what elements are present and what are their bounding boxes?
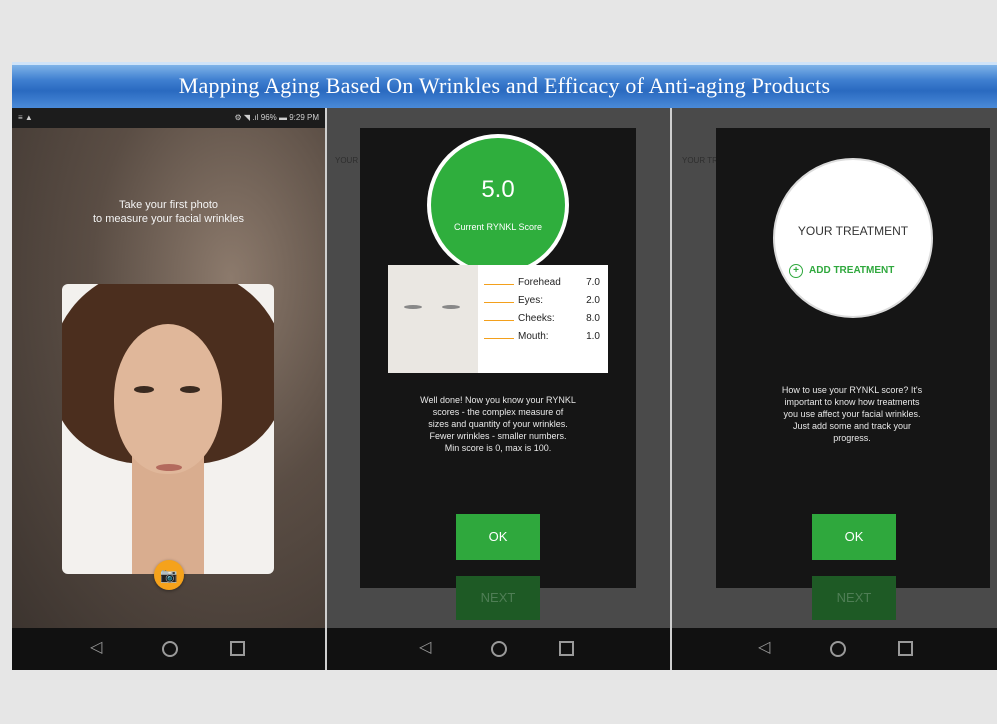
breakdown-value: 1.0 bbox=[586, 331, 600, 342]
breakdown-row: Forehead 7.0 bbox=[484, 277, 604, 291]
treatment-title: YOUR TREATMENT bbox=[797, 224, 909, 238]
breakdown-value: 7.0 bbox=[586, 277, 600, 288]
pointer-line bbox=[484, 338, 514, 339]
home-icon[interactable] bbox=[162, 641, 178, 657]
intro-line: Take your first photo bbox=[118, 199, 219, 211]
home-icon[interactable] bbox=[491, 641, 507, 657]
next-button[interactable]: NEXT bbox=[456, 576, 540, 620]
nav-bar: ◁ bbox=[12, 628, 325, 670]
breakdown-value: 8.0 bbox=[586, 313, 600, 324]
breakdown-value: 2.0 bbox=[586, 295, 600, 306]
breakdown-label: Cheeks: bbox=[518, 313, 555, 324]
pointer-line bbox=[484, 320, 514, 321]
status-icons-left: ≡ ▲ bbox=[18, 113, 33, 122]
treatment-dialog: YOUR TREATMENT + ADD TREATMENT How to use… bbox=[716, 128, 990, 588]
back-icon[interactable]: ◁ bbox=[90, 638, 102, 658]
treatment-circle: YOUR TREATMENT + ADD TREATMENT bbox=[773, 158, 933, 318]
face-diagram bbox=[388, 265, 478, 373]
face-eye bbox=[180, 386, 200, 393]
description-line: important to know how treatments bbox=[784, 397, 920, 407]
pointer-line bbox=[484, 302, 514, 303]
back-icon[interactable]: ◁ bbox=[419, 638, 431, 658]
breakdown-row: Eyes: 2.0 bbox=[484, 295, 604, 309]
breakdown-row: Mouth: 1.0 bbox=[484, 331, 604, 345]
dialog-description: How to use your RYNKL score? It's import… bbox=[736, 384, 968, 444]
home-icon[interactable] bbox=[830, 641, 846, 657]
screenshots-panel: ≡ ▲ ⚙ ◥ .ıl 96% ▬ 9:29 PM Take your firs… bbox=[12, 108, 997, 670]
add-icon: + bbox=[789, 264, 803, 278]
face-photo-card bbox=[62, 284, 274, 574]
description-line: Min score is 0, max is 100. bbox=[444, 443, 552, 453]
add-treatment-label: ADD TREATMENT bbox=[809, 265, 895, 276]
recent-apps-icon[interactable] bbox=[230, 641, 245, 656]
nav-bar: ◁ bbox=[327, 628, 670, 670]
score-inner: 5.0 Current RYNKL Score bbox=[431, 138, 565, 272]
slide-title: Mapping Aging Based On Wrinkles and Effi… bbox=[12, 62, 997, 108]
description-line: scores - the complex measure of bbox=[432, 407, 564, 417]
description-line: progress. bbox=[833, 433, 871, 443]
recent-apps-icon[interactable] bbox=[898, 641, 913, 656]
score-dialog: 5.0 Current RYNKL Score Forehead 7.0 Eye… bbox=[360, 128, 636, 588]
breakdown-label: Eyes: bbox=[518, 295, 544, 306]
intro-instructions: Take your first photo to measure your fa… bbox=[12, 198, 325, 226]
description-line: Fewer wrinkles - smaller numbers. bbox=[429, 431, 567, 441]
phone-screen-capture: ≡ ▲ ⚙ ◥ .ıl 96% ▬ 9:29 PM Take your firs… bbox=[12, 108, 325, 670]
description-line: Well done! Now you know your RYNKL bbox=[420, 395, 576, 405]
ok-button[interactable]: OK bbox=[812, 514, 896, 560]
phone-screen-treatment: YOUR TREATMENT YOUR TREATMENT + ADD TREAT… bbox=[672, 108, 997, 670]
ok-button[interactable]: OK bbox=[456, 514, 540, 560]
camera-icon: 📷 bbox=[160, 567, 178, 583]
description-line: Just add some and track your bbox=[792, 421, 912, 431]
next-button[interactable]: NEXT bbox=[812, 576, 896, 620]
description-line: How to use your RYNKL score? It's bbox=[781, 385, 923, 395]
intro-line: to measure your facial wrinkles bbox=[92, 213, 244, 225]
score-label: Current RYNKL Score bbox=[453, 222, 543, 232]
diagram-eye bbox=[404, 305, 422, 309]
recent-apps-icon[interactable] bbox=[559, 641, 574, 656]
status-icons-right: ⚙ ◥ .ıl 96% ▬ 9:29 PM bbox=[234, 113, 319, 122]
description-line: you use affect your facial wrinkles. bbox=[783, 409, 921, 419]
score-value: 5.0 bbox=[481, 176, 515, 203]
face-skin bbox=[114, 324, 222, 474]
nav-bar: ◁ bbox=[672, 628, 997, 670]
dialog-description: Well done! Now you know your RYNKL score… bbox=[382, 394, 614, 454]
breakdown-row: Cheeks: 8.0 bbox=[484, 313, 604, 327]
diagram-eye bbox=[442, 305, 460, 309]
score-circle: 5.0 Current RYNKL Score bbox=[427, 134, 569, 276]
phone-screen-score: YOUR RYNKL SCORE 5.0 Current RYNKL Score… bbox=[327, 108, 670, 670]
breakdown-label: Forehead bbox=[518, 277, 561, 288]
camera-button[interactable]: 📷 bbox=[154, 560, 184, 590]
score-breakdown: Forehead 7.0 Eyes: 2.0 Cheeks: 8.0 Mouth… bbox=[388, 265, 608, 373]
breakdown-label: Mouth: bbox=[518, 331, 549, 342]
description-line: sizes and quantity of your wrinkles. bbox=[428, 419, 568, 429]
back-icon[interactable]: ◁ bbox=[758, 638, 770, 658]
status-bar: ≡ ▲ ⚙ ◥ .ıl 96% ▬ 9:29 PM bbox=[12, 108, 325, 128]
pointer-line bbox=[484, 284, 514, 285]
face-eye bbox=[134, 386, 154, 393]
add-treatment-button[interactable]: + ADD TREATMENT bbox=[789, 264, 939, 278]
face-mouth bbox=[156, 464, 182, 471]
